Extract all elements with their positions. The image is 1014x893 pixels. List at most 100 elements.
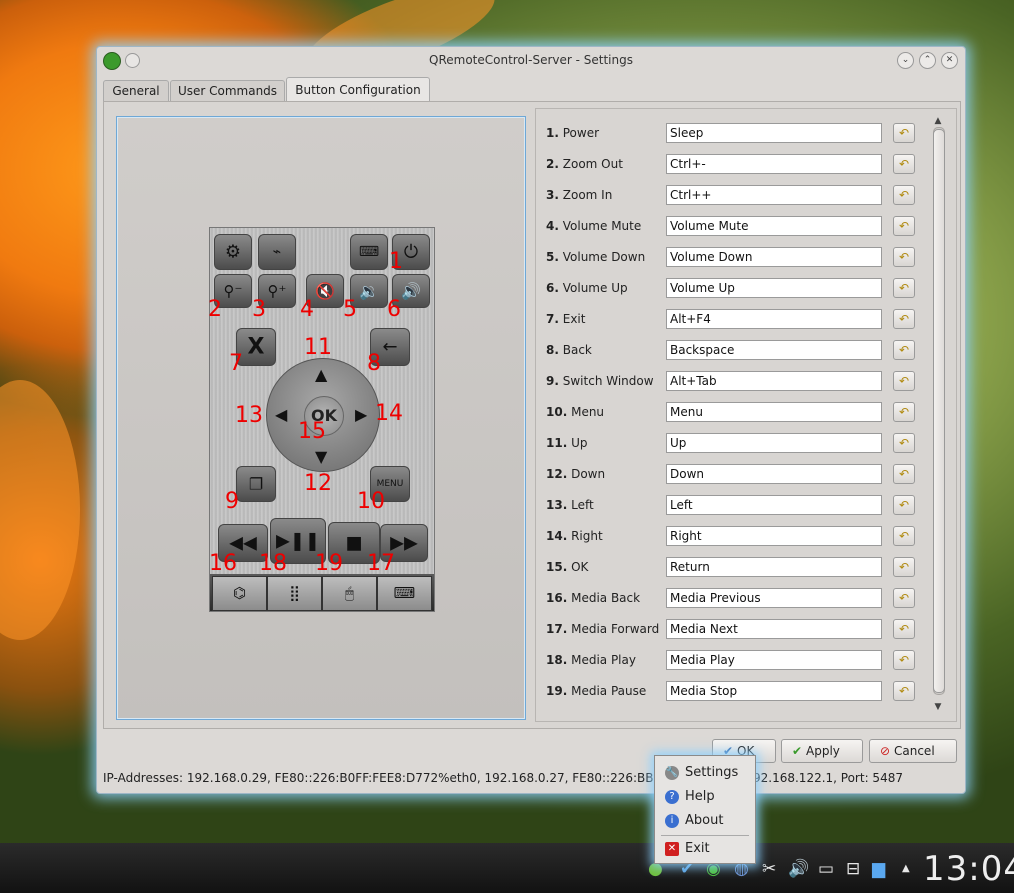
mapping-value-field[interactable]: Ctrl++ — [666, 185, 882, 205]
reset-undo-icon[interactable]: ↶ — [893, 340, 915, 360]
mapping-value-field[interactable]: Return — [666, 557, 882, 577]
remote-preview-frame: ⚙ ⌁ ⌨ ⏻ ⚲⁻ ⚲⁺ 🔇 🔉 🔊 X ← ▲ ▼ ◀ ▶ OK ❐ MEN… — [116, 116, 526, 720]
mapping-label: 9. Switch Window — [546, 374, 654, 388]
mapping-value-field[interactable]: Up — [666, 433, 882, 453]
button-mapping-list: 1. Power Sleep ↶ 2. Zoom Out Ctrl+- ↶ 3. Zoom … — [535, 108, 957, 722]
tray-expand-icon[interactable]: ▲ — [902, 863, 910, 874]
taskbar-clock[interactable]: 13:04 — [923, 849, 1014, 889]
reset-undo-icon[interactable]: ↶ — [893, 371, 915, 391]
display-tray-icon[interactable]: ▆ — [872, 859, 885, 879]
reset-undo-icon[interactable]: ↶ — [893, 402, 915, 422]
mapping-row: 1. Power Sleep ↶ — [536, 123, 936, 145]
tab-general[interactable]: General — [103, 80, 169, 101]
reset-undo-icon[interactable]: ↶ — [893, 216, 915, 236]
reset-undo-icon[interactable]: ↶ — [893, 588, 915, 608]
label-number-14: 14 — [375, 401, 403, 426]
remote-connect-icon: ⌬ — [212, 576, 267, 611]
reset-undo-icon[interactable]: ↶ — [893, 464, 915, 484]
reset-undo-icon[interactable]: ↶ — [893, 526, 915, 546]
down-arrow-icon: ▼ — [315, 447, 328, 466]
reset-undo-icon[interactable]: ↶ — [893, 495, 915, 515]
mapping-value-field[interactable]: Right — [666, 526, 882, 546]
mapping-value-field[interactable]: Left — [666, 495, 882, 515]
reset-undo-icon[interactable]: ↶ — [893, 123, 915, 143]
mapping-label: 4. Volume Mute — [546, 219, 642, 233]
remote-bottom-bar: ⌬ ⣿ 🖱 ⌨ — [210, 574, 434, 611]
scissors-tray-icon[interactable]: ✂ — [762, 859, 776, 879]
tab-button-configuration[interactable]: Button Configuration — [286, 77, 430, 102]
mapping-value-field[interactable]: Backspace — [666, 340, 882, 360]
tray-context-menu: 🔧 Settings ? Help i About ✕ Exit — [654, 755, 756, 864]
reset-undo-icon[interactable]: ↶ — [893, 278, 915, 298]
apply-button-label: Apply — [806, 744, 840, 758]
reset-undo-icon[interactable]: ↶ — [893, 185, 915, 205]
mapping-value-field[interactable]: Media Stop — [666, 681, 882, 701]
switch-window-icon: ❐ — [236, 466, 276, 502]
label-number-18: 18 — [259, 551, 287, 576]
mapping-value-field[interactable]: Media Previous — [666, 588, 882, 608]
reset-undo-icon[interactable]: ↶ — [893, 619, 915, 639]
mapping-value-field[interactable]: Menu — [666, 402, 882, 422]
mapping-label: 6. Volume Up — [546, 281, 628, 295]
status-ip-addresses: IP-Addresses: 192.168.0.29, FE80::226:B0… — [103, 771, 693, 785]
mapping-row: 16. Media Back Media Previous ↶ — [536, 588, 936, 610]
label-number-19: 19 — [315, 551, 343, 576]
volume-tray-icon[interactable]: 🔊 — [788, 859, 809, 879]
mapping-label: 13. Left — [546, 498, 594, 512]
mapping-value-field[interactable]: Media Next — [666, 619, 882, 639]
scroll-up-icon[interactable]: ▲ — [931, 115, 945, 127]
reset-undo-icon[interactable]: ↶ — [893, 433, 915, 453]
mapping-row: 12. Down Down ↶ — [536, 464, 936, 486]
minimize-button[interactable]: ⌄ — [897, 52, 914, 69]
reset-undo-icon[interactable]: ↶ — [893, 681, 915, 701]
mapping-value-field[interactable]: Volume Up — [666, 278, 882, 298]
scroll-thumb[interactable] — [933, 129, 945, 693]
scroll-down-icon[interactable]: ▼ — [931, 701, 945, 713]
up-arrow-icon: ▲ — [315, 365, 328, 384]
reset-undo-icon[interactable]: ↶ — [893, 650, 915, 670]
network-tray-icon[interactable]: ⊟ — [846, 859, 860, 879]
status-bar: IP-Addresses: 192.168.0.29, FE80::226:B0… — [103, 771, 959, 785]
maximize-button[interactable]: ⌃ — [919, 52, 936, 69]
menu-item-about[interactable]: i About — [659, 810, 753, 832]
mapping-value-field[interactable]: Media Play — [666, 650, 882, 670]
tab-user-commands[interactable]: User Commands — [170, 80, 285, 101]
apply-check-icon: ✔ — [791, 744, 803, 758]
mapping-row: 17. Media Forward Media Next ↶ — [536, 619, 936, 641]
menu-item-help[interactable]: ? Help — [659, 786, 753, 808]
flower-petal — [0, 380, 80, 640]
button-configuration-panel: ⚙ ⌁ ⌨ ⏻ ⚲⁻ ⚲⁺ 🔇 🔉 🔊 X ← ▲ ▼ ◀ ▶ OK ❐ MEN… — [103, 101, 961, 729]
window-title: QRemoteControl-Server - Settings — [429, 53, 633, 67]
disconnect-icon: ⌁ — [258, 234, 296, 270]
mapping-row: 19. Media Pause Media Stop ↶ — [536, 681, 936, 703]
mapping-value-field[interactable]: Alt+Tab — [666, 371, 882, 391]
apply-button[interactable]: ✔ Apply — [781, 739, 863, 763]
mapping-value-field[interactable]: Sleep — [666, 123, 882, 143]
mapping-value-field[interactable]: Alt+F4 — [666, 309, 882, 329]
numpad-icon: ⣿ — [267, 576, 322, 611]
mapping-value-field[interactable]: Volume Down — [666, 247, 882, 267]
reset-undo-icon[interactable]: ↶ — [893, 309, 915, 329]
clipboard-tray-icon[interactable]: ▭ — [818, 859, 834, 879]
label-number-5: 5 — [343, 297, 357, 322]
close-button[interactable]: ✕ — [941, 52, 958, 69]
mapping-value-field[interactable]: Ctrl+- — [666, 154, 882, 174]
label-number-7: 7 — [229, 351, 243, 376]
left-arrow-icon: ◀ — [275, 405, 288, 424]
mapping-value-field[interactable]: Volume Mute — [666, 216, 882, 236]
mapping-value-field[interactable]: Down — [666, 464, 882, 484]
cancel-button[interactable]: ⊘ Cancel — [869, 739, 957, 763]
menu-item-exit[interactable]: ✕ Exit — [659, 838, 753, 860]
menu-item-settings[interactable]: 🔧 Settings — [659, 762, 753, 784]
mapping-row: 8. Back Backspace ↶ — [536, 340, 936, 362]
vertical-scrollbar[interactable]: ▲ ▼ — [931, 115, 945, 713]
label-number-3: 3 — [252, 297, 266, 322]
title-bar[interactable]: QRemoteControl-Server - Settings ⌄ ⌃ ✕ — [97, 47, 965, 75]
reset-undo-icon[interactable]: ↶ — [893, 154, 915, 174]
reset-undo-icon[interactable]: ↶ — [893, 557, 915, 577]
mapping-label: 17. Media Forward — [546, 622, 660, 636]
mapping-row: 6. Volume Up Volume Up ↶ — [536, 278, 936, 300]
label-number-10: 10 — [357, 489, 385, 514]
reset-undo-icon[interactable]: ↶ — [893, 247, 915, 267]
label-number-9: 9 — [225, 489, 239, 514]
